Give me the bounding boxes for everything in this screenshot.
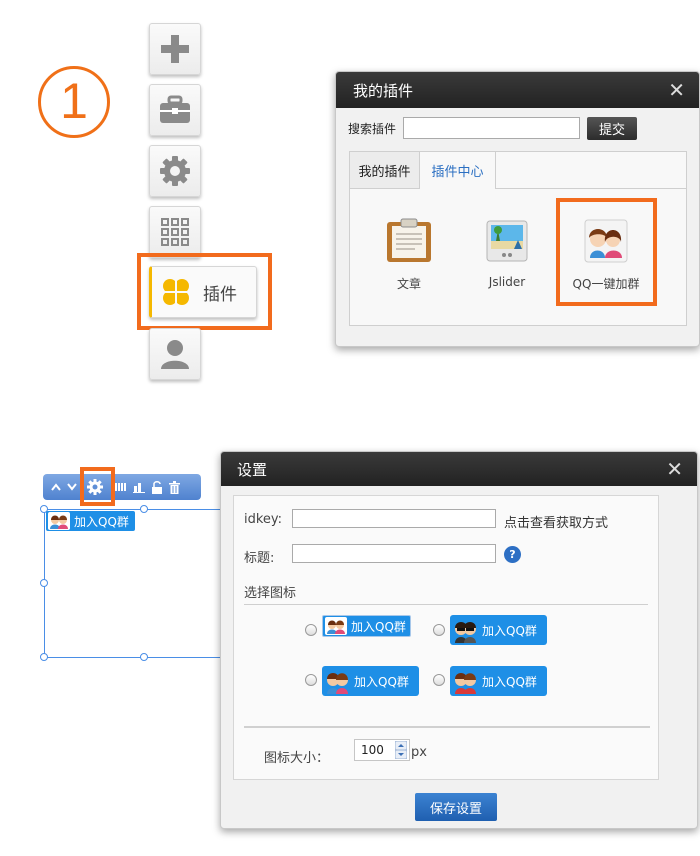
add-button[interactable] <box>149 23 201 75</box>
stepper-arrows[interactable] <box>395 741 407 759</box>
user-button[interactable] <box>149 328 201 380</box>
icon-option-label: 加入QQ群 <box>351 619 406 634</box>
icon-option-small[interactable]: 加入QQ群 <box>322 615 411 637</box>
arrow-down-icon[interactable] <box>67 483 77 491</box>
settings-dialog: 设置 ✕ idkey: 点击查看获取方式 标题: ? 选择图标 加入QQ群 加入… <box>220 451 698 829</box>
tab-plugin-center[interactable]: 插件中心 <box>420 152 496 189</box>
icon-option-label: 加入QQ群 <box>354 674 409 689</box>
columns-icon[interactable] <box>115 481 127 493</box>
qq-group-highlight <box>556 198 657 306</box>
search-input[interactable] <box>403 117 580 139</box>
plugin-item-label: 文章 <box>396 277 421 291</box>
idkey-label: idkey: <box>244 512 283 527</box>
search-label: 搜索插件 <box>348 122 397 136</box>
arrow-up-icon[interactable] <box>51 483 61 491</box>
submit-button[interactable]: 提交 <box>587 117 637 140</box>
settings-button[interactable] <box>149 145 201 197</box>
settings-form-panel: idkey: 点击查看获取方式 标题: ? 选择图标 加入QQ群 加入QQ群 加… <box>233 495 659 780</box>
idkey-input[interactable] <box>292 509 496 528</box>
toolbox-icon <box>160 95 190 123</box>
qq-avatar-icon <box>327 673 348 694</box>
qq-group-widget-label: 加入QQ群 <box>74 514 129 529</box>
idkey-help-link[interactable]: 点击查看获取方式 <box>504 512 608 531</box>
stepper-up-icon[interactable] <box>395 741 407 750</box>
resize-handle[interactable] <box>40 579 48 587</box>
section-divider <box>244 604 648 605</box>
plugin-button-highlight <box>137 253 272 330</box>
settings-dialog-title: 设置 <box>237 460 268 479</box>
section-divider <box>244 726 650 728</box>
resize-handle[interactable] <box>40 653 48 661</box>
resize-handle[interactable] <box>140 653 148 661</box>
title-label: 标题: <box>244 551 275 566</box>
qq-avatar-icon <box>325 617 347 635</box>
user-icon <box>161 340 189 369</box>
plugin-item-article[interactable]: 文章 <box>374 218 444 292</box>
qq-avatar-icon <box>455 622 476 643</box>
settings-gear-highlight <box>80 467 115 506</box>
chart-icon[interactable] <box>133 481 145 493</box>
toolbox-button[interactable] <box>149 84 201 136</box>
qq-avatar-icon <box>455 673 476 694</box>
grid-icon <box>161 218 189 246</box>
icon-size-value[interactable]: 100 <box>361 743 395 757</box>
close-icon[interactable]: ✕ <box>666 459 683 479</box>
unlock-icon[interactable] <box>151 480 163 494</box>
icon-option-radio[interactable] <box>433 624 445 636</box>
icon-option-label: 加入QQ群 <box>482 674 537 689</box>
help-icon[interactable]: ? <box>504 546 521 563</box>
icon-size-stepper[interactable]: 100 <box>354 739 410 761</box>
qq-avatar-icon <box>48 512 70 530</box>
plugin-item-jslider[interactable]: Jslider <box>472 218 542 289</box>
resize-handle[interactable] <box>140 505 148 513</box>
icon-option-couple[interactable]: 加入QQ群 <box>322 666 419 696</box>
icon-option-red[interactable]: 加入QQ群 <box>450 666 547 696</box>
settings-dialog-titlebar: 设置 ✕ <box>221 452 697 486</box>
plugin-item-label: Jslider <box>488 275 526 289</box>
grid-button[interactable] <box>149 206 201 258</box>
icon-option-radio[interactable] <box>305 674 317 686</box>
widget-selection-box[interactable] <box>44 509 224 658</box>
icon-size-unit: px <box>411 745 427 760</box>
icon-option-radio[interactable] <box>305 624 317 636</box>
save-settings-button[interactable]: 保存设置 <box>415 793 497 821</box>
gear-icon <box>160 156 190 186</box>
icon-option-label: 加入QQ群 <box>482 623 537 638</box>
clipboard-icon <box>387 218 431 262</box>
plus-icon <box>161 35 189 63</box>
plugin-dialog-titlebar: 我的插件 ✕ <box>336 72 699 108</box>
icon-size-label: 图标大小： <box>264 751 330 766</box>
step-number: 1 <box>38 66 110 138</box>
icon-option-radio[interactable] <box>433 674 445 686</box>
qq-group-widget[interactable]: 加入QQ群 <box>46 511 135 531</box>
stepper-down-icon[interactable] <box>395 750 407 759</box>
tab-my-plugins[interactable]: 我的插件 <box>350 152 420 188</box>
choose-icon-label: 选择图标 <box>244 586 297 601</box>
widget-toolbar <box>43 474 201 500</box>
plugin-dialog-title: 我的插件 <box>353 81 414 100</box>
close-icon[interactable]: ✕ <box>668 80 685 100</box>
slider-image-icon <box>486 220 528 262</box>
icon-option-glasses[interactable]: 加入QQ群 <box>450 615 547 645</box>
tab-divider <box>350 188 686 189</box>
title-input[interactable] <box>292 544 496 563</box>
trash-icon[interactable] <box>169 480 180 494</box>
